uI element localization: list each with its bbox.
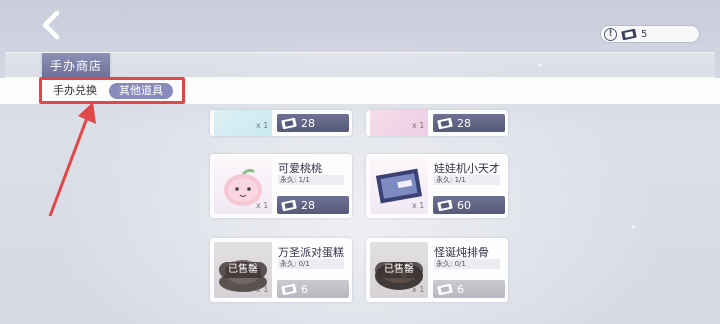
shop-item-card[interactable]: 已售罄 怪诞炖排骨 永久: 0/1 x 1 6 — [366, 238, 508, 302]
price-button[interactable]: 28 — [277, 114, 349, 132]
item-name: 可爱桃桃 — [278, 162, 322, 175]
item-price: 6 — [457, 282, 464, 296]
item-quantity: x 1 — [412, 121, 425, 130]
item-quantity: x 1 — [256, 201, 269, 210]
item-name: 娃娃机小天才 — [434, 162, 500, 175]
shop-item-card[interactable]: 已售罄 万圣派对蛋糕 永久: 0/1 x 1 6 — [210, 238, 352, 302]
ticket-icon — [621, 28, 637, 40]
item-duration: 永久: 0/1 — [434, 259, 500, 269]
item-price: 60 — [457, 198, 471, 212]
shop-title: 手办商店 — [49, 58, 102, 73]
item-price: 6 — [301, 282, 308, 296]
item-quantity: x 1 — [412, 285, 425, 294]
tab-figure-exchange[interactable]: 手办兑换 — [53, 83, 97, 99]
item-name: 万圣派对蛋糕 — [278, 246, 344, 259]
back-button[interactable] — [34, 8, 68, 42]
ticket-icon — [281, 199, 297, 211]
item-quantity: x 1 — [256, 121, 269, 130]
shop-item-card[interactable]: x 1 28 — [366, 110, 508, 136]
shop-item-card[interactable]: x 1 28 — [210, 110, 352, 136]
shop-item-card[interactable]: 可爱桃桃 永久: 1/1 x 1 28 — [210, 154, 352, 218]
ticket-icon — [437, 283, 453, 295]
item-duration: 永久: 0/1 — [278, 259, 344, 269]
title-band — [5, 52, 715, 78]
currency-amount: 5 — [641, 28, 648, 40]
item-name: 怪诞炖排骨 — [434, 246, 489, 259]
snow-background — [0, 0, 720, 324]
arrow-annotation-icon — [48, 102, 96, 217]
exclamation-icon[interactable]: ! — [604, 27, 617, 41]
item-duration: 永久: 1/1 — [434, 175, 500, 185]
ticket-icon — [437, 117, 453, 129]
sold-out-stamp: 已售罄 — [219, 262, 267, 278]
item-quantity: x 1 — [256, 285, 269, 294]
price-button[interactable]: 6 — [277, 280, 349, 298]
tab-other-items[interactable]: 其他道具 — [109, 83, 173, 99]
price-button[interactable]: 28 — [433, 114, 505, 132]
sold-out-stamp: 已售罄 — [375, 262, 423, 278]
chevron-left-icon — [42, 10, 60, 40]
shop-item-card[interactable]: 娃娃机小天才 永久: 1/1 x 1 60 — [366, 154, 508, 218]
ticket-icon — [437, 199, 453, 211]
ticket-icon — [281, 283, 297, 295]
currency-display: ! 5 — [600, 25, 700, 43]
tab-bar: 手办兑换 其他道具 — [0, 78, 720, 104]
item-duration: 永久: 1/1 — [278, 175, 344, 185]
price-button[interactable]: 6 — [433, 280, 505, 298]
ticket-icon — [281, 117, 297, 129]
item-quantity: x 1 — [412, 201, 425, 210]
item-price: 28 — [457, 116, 471, 130]
price-button[interactable]: 28 — [277, 196, 349, 214]
shop-title-tab: 手办商店 — [42, 53, 110, 77]
item-price: 28 — [301, 198, 315, 212]
item-price: 28 — [301, 116, 315, 130]
price-button[interactable]: 60 — [433, 196, 505, 214]
